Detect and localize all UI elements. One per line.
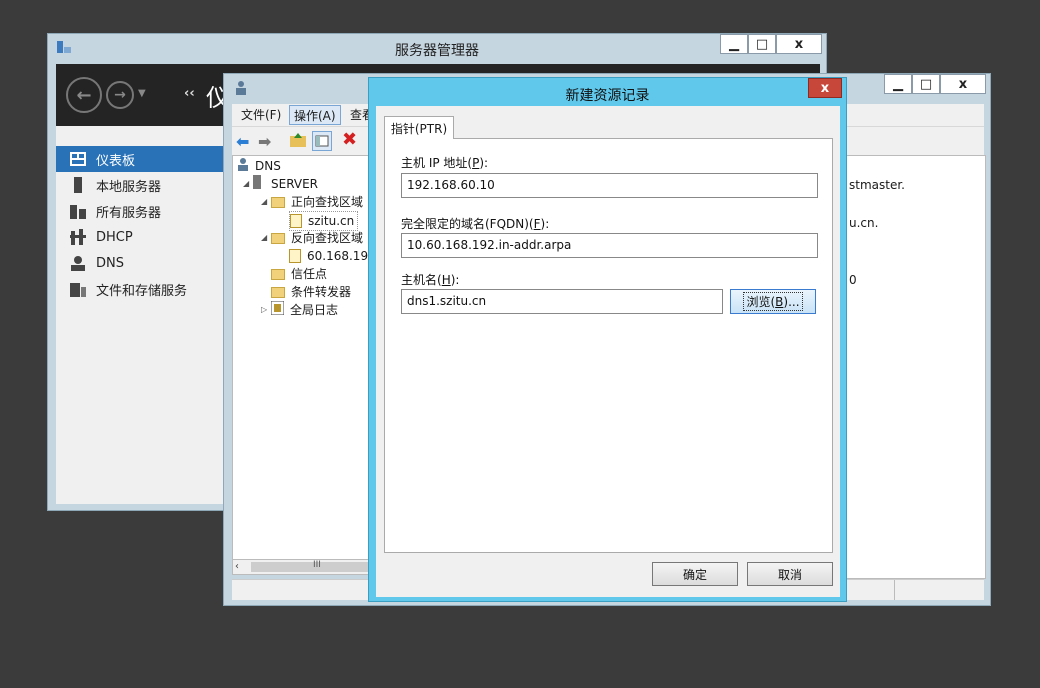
host-ip-label: 主机 IP 地址(P): [401,156,489,170]
close-button[interactable]: x [940,74,986,94]
menu-action[interactable]: 操作(A) [289,105,341,125]
minimize-button[interactable]: ▁ [884,74,912,94]
tree-node-forward-zones[interactable]: ◢ 正向查找区域 [261,193,363,211]
tree-node-label: szitu.cn [308,214,355,228]
sidebar-item-label: 本地服务器 [96,179,162,195]
servers-icon [70,203,86,219]
tree-node-label: SERVER [271,177,319,191]
console-tree: DNS ◢ SERVER ◢ 正向查找区域 szitu.cn ◢ 反向查找区域 … [232,155,374,575]
tree-node-trust-points[interactable]: 信任点 [271,265,327,283]
tree-node-label: 条件转发器 [291,285,352,299]
server-manager-title: 服务器管理器 [395,43,479,59]
maximize-button[interactable]: □ [748,34,776,54]
menu-file[interactable]: 文件(F) [237,105,285,125]
browse-button[interactable]: 浏览(B)... [730,289,816,314]
forward-arrow-icon[interactable]: ➡ [258,132,271,151]
tree-node-label: 60.168.19 [307,249,369,263]
new-resource-record-dialog: 新建资源记录 x 指针(PTR) 主机 IP 地址(P): 192.168.60… [368,77,847,602]
details-text: u.cn. [849,216,879,230]
sidebar-item-label: 所有服务器 [96,205,162,221]
forward-icon[interactable]: → [106,81,134,109]
expand-arrow-icon[interactable]: ◢ [243,175,253,193]
scroll-thumb[interactable] [251,562,369,572]
server-icon [253,174,263,194]
tree-node-server[interactable]: ◢ SERVER [243,174,319,194]
dns-icon [70,255,86,271]
ok-button[interactable]: 确定 [652,562,738,586]
server-manager-sidebar: 仪表板 本地服务器 所有服务器 DHCP DNS 文件和存储服务 [56,126,224,504]
expand-arrow-icon[interactable]: ◢ [261,229,271,247]
fqdn-label: 完全限定的域名(FQDN)(F): [401,217,550,231]
folder-icon [271,286,285,298]
folder-up-icon[interactable] [290,133,306,147]
tree-node-label: 信任点 [291,267,328,281]
tree-node-reverse-zones[interactable]: ◢ 反向查找区域 [261,229,363,247]
breadcrumb-chevron-icon: ‹‹ [184,86,195,101]
dialog-close-button[interactable]: x [808,78,842,98]
dhcp-icon [70,229,86,245]
tree-node-label: 正向查找区域 [291,195,364,209]
host-ip-input[interactable]: 192.168.60.10 [401,173,818,198]
zone-icon [289,249,301,263]
sidebar-item-label: DHCP [96,229,133,245]
details-text: 0 [849,273,857,287]
maximize-button[interactable]: □ [912,74,940,94]
tree-node-label: 全局日志 [290,303,339,317]
delete-icon[interactable]: ✖ [342,129,357,150]
fqdn-input[interactable]: 10.60.168.192.in-addr.arpa [401,233,818,258]
zone-icon [290,214,302,228]
host-name-input[interactable]: dns1.szitu.cn [401,289,723,314]
sidebar-item-all-servers[interactable]: 所有服务器 [56,198,224,224]
tree-node-reverse-zone-item[interactable]: 60.168.19 [289,247,368,265]
tab-ptr[interactable]: 指针(PTR) [384,116,454,139]
close-button[interactable]: x [776,34,822,54]
tree-node-szitu-cn[interactable]: szitu.cn [289,211,359,231]
status-divider [894,580,895,600]
log-icon [270,300,285,320]
sidebar-item-dhcp[interactable]: DHCP [56,224,224,250]
sidebar-item-file-storage[interactable]: 文件和存储服务 [56,276,224,302]
details-text: stmaster. [849,178,905,192]
expand-arrow-icon[interactable]: ◢ [261,193,271,211]
folder-icon [271,232,285,244]
sidebar-item-dashboard[interactable]: 仪表板 [56,146,224,172]
scroll-grip: III [313,560,321,570]
sidebar-item-local-server[interactable]: 本地服务器 [56,172,224,198]
scroll-left-icon[interactable]: ‹ [235,561,239,572]
folder-icon [271,268,285,280]
dns-manager-app-icon [234,80,248,96]
server-icon [70,177,86,193]
tree-node-label: DNS [255,159,281,173]
show-console-tree-icon[interactable] [312,131,332,151]
tree-node-label: 反向查找区域 [291,231,364,245]
tree-node-dns[interactable]: DNS [237,157,281,175]
dialog-body: 指针(PTR) 主机 IP 地址(P): 192.168.60.10 完全限定的… [376,106,840,597]
tree-node-conditional-forwarders[interactable]: 条件转发器 [271,283,351,301]
storage-icon [70,281,86,297]
sidebar-item-label: 仪表板 [96,153,136,169]
sidebar-item-label: 文件和存储服务 [96,283,188,299]
cancel-button[interactable]: 取消 [747,562,833,586]
sidebar-item-label: DNS [96,255,124,271]
back-icon[interactable]: ← [66,77,102,113]
history-dropdown-icon[interactable]: ▼ [138,88,146,99]
host-name-label: 主机名(H): [401,273,460,287]
back-arrow-icon[interactable]: ⬅ [236,132,249,151]
tab-panel: 主机 IP 地址(P): 192.168.60.10 完全限定的域名(FQDN)… [384,138,833,553]
details-pane: stmaster. u.cn. 0 [844,155,986,579]
dialog-title: 新建资源记录 [565,88,650,104]
minimize-button[interactable]: ▁ [720,34,748,54]
folder-icon [271,196,285,208]
tree-node-global-logs[interactable]: ▷ 全局日志 [261,300,339,320]
collapse-arrow-icon[interactable]: ▷ [261,301,271,319]
dashboard-icon [70,151,86,167]
dns-icon [237,157,249,176]
horizontal-scrollbar[interactable]: ‹ III [232,559,372,575]
sidebar-item-dns[interactable]: DNS [56,250,224,276]
